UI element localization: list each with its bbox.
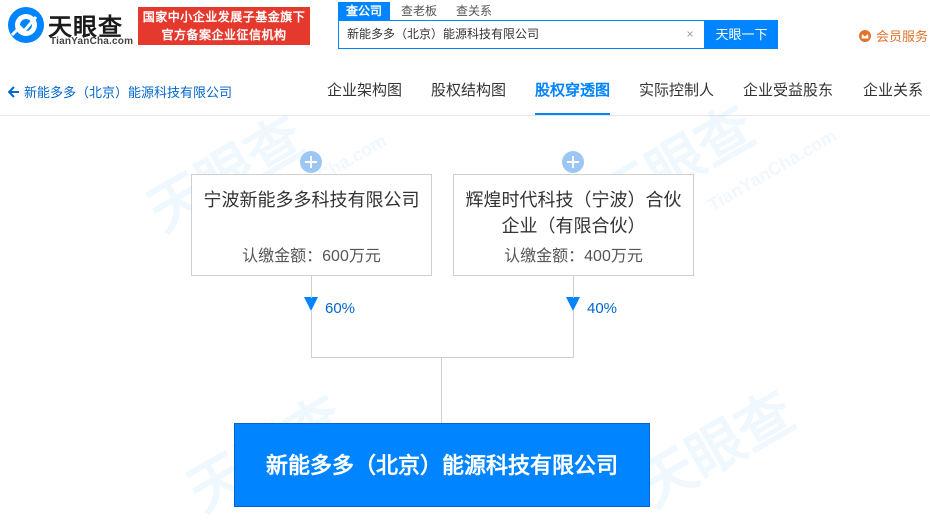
search-input[interactable] bbox=[347, 21, 677, 48]
connector-line bbox=[311, 311, 312, 358]
shareholder-card-2[interactable]: 辉煌时代科技（宁波）合伙企业（有限合伙） 认缴金额：400万元 bbox=[453, 174, 694, 276]
tab-enterprise-architecture[interactable]: 企业架构图 bbox=[327, 79, 402, 115]
share-percent-1: 60% bbox=[325, 300, 356, 317]
tianyancha-logo-icon bbox=[8, 7, 44, 43]
shareholder-card-1[interactable]: 宁波新能多多科技有限公司 认缴金额：600万元 bbox=[191, 174, 432, 276]
shareholder-amount: 认缴金额：600万元 bbox=[242, 248, 381, 265]
top-header: 天眼查 TianYanCha.com 国家中小企业发展子基金旗下 官方备案企业征… bbox=[0, 0, 930, 64]
tab-search-relation[interactable]: 查关系 bbox=[456, 2, 492, 20]
search-box: × bbox=[338, 20, 705, 49]
tab-search-company[interactable]: 查公司 bbox=[338, 2, 391, 20]
flow-arrow-1-icon bbox=[304, 297, 318, 311]
connector-line bbox=[441, 357, 442, 423]
page-root: 天眼查 TianYanCha.com 国家中小企业发展子基金旗下 官方备案企业征… bbox=[0, 0, 930, 527]
connector-line bbox=[311, 276, 312, 298]
search-button[interactable]: 天眼一下 bbox=[705, 20, 778, 49]
back-company-name: 新能多多（北京）能源科技有限公司 bbox=[24, 85, 233, 100]
expand-shareholder-1-icon[interactable] bbox=[300, 151, 322, 173]
tab-equity-structure[interactable]: 股权结构图 bbox=[431, 79, 506, 115]
logo-domain: TianYanCha.com bbox=[50, 36, 134, 47]
site-logo[interactable]: 天眼查 TianYanCha.com bbox=[6, 5, 134, 49]
connector-line bbox=[573, 276, 574, 298]
flow-arrow-2-icon bbox=[566, 297, 580, 311]
expand-shareholder-2-icon[interactable] bbox=[562, 151, 584, 173]
tab-enterprise-relations[interactable]: 企业关系 bbox=[863, 79, 923, 115]
tab-equity-penetration[interactable]: 股权穿透图 bbox=[535, 79, 611, 115]
shareholder-name: 辉煌时代科技（宁波）合伙企业（有限合伙） bbox=[465, 190, 682, 236]
crown-icon bbox=[859, 30, 871, 42]
share-percent-2: 40% bbox=[587, 300, 618, 317]
clear-icon[interactable]: × bbox=[684, 28, 696, 40]
member-service-label: 会员服务 bbox=[876, 29, 929, 44]
banner-line-1: 国家中小企业发展子基金旗下 bbox=[142, 10, 306, 24]
official-banner: 国家中小企业发展子基金旗下 官方备案企业征信机构 bbox=[138, 7, 310, 45]
connector-line bbox=[573, 311, 574, 358]
back-arrow-icon bbox=[8, 86, 19, 98]
tab-search-boss[interactable]: 查老板 bbox=[401, 2, 437, 20]
banner-line-2: 官方备案企业征信机构 bbox=[161, 28, 287, 42]
target-company-card[interactable]: 新能多多（北京）能源科技有限公司 bbox=[234, 423, 650, 507]
shareholder-name: 宁波新能多多科技有限公司 bbox=[203, 190, 420, 210]
back-to-company-link[interactable]: 新能多多（北京）能源科技有限公司 bbox=[8, 82, 232, 101]
connector-line bbox=[311, 357, 574, 358]
tab-beneficial-shareholders[interactable]: 企业受益股东 bbox=[743, 79, 833, 115]
member-service-link[interactable]: 会员服务 bbox=[858, 26, 928, 45]
company-nav-bar: 新能多多（北京）能源科技有限公司 企业架构图 股权结构图 股权穿透图 实际控制人… bbox=[0, 64, 930, 116]
shareholder-amount: 认缴金额：400万元 bbox=[504, 248, 643, 265]
